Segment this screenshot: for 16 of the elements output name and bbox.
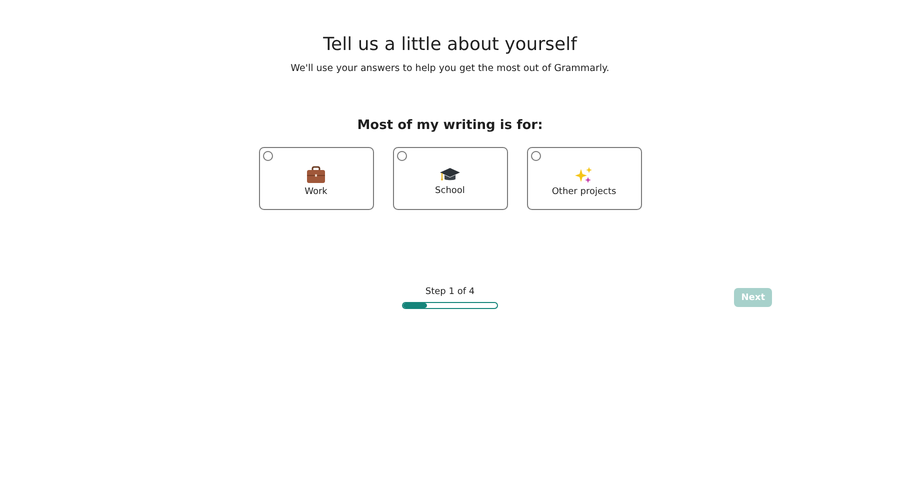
radio-button[interactable] (530, 151, 540, 161)
sparkles-icon (574, 166, 594, 184)
radio-button[interactable] (262, 151, 272, 161)
option-card[interactable]: Work (258, 147, 374, 210)
step-label: Step 1 of 4 (425, 286, 475, 298)
option-label: Work (304, 186, 328, 198)
option-label: Other projects (552, 186, 616, 198)
option-card[interactable]: School (392, 147, 508, 210)
page-title: Tell us a little about yourself (323, 34, 577, 56)
radio-button[interactable] (396, 151, 406, 161)
option-label: School (435, 184, 465, 196)
graduation-cap-icon (439, 166, 461, 182)
question-heading: Most of my writing is for: (357, 118, 543, 134)
subtitle: We'll use your answers to help you get the most out of Grammarly. (290, 62, 610, 76)
option-card[interactable]: Other projects (526, 147, 642, 210)
briefcase-icon (306, 166, 326, 184)
